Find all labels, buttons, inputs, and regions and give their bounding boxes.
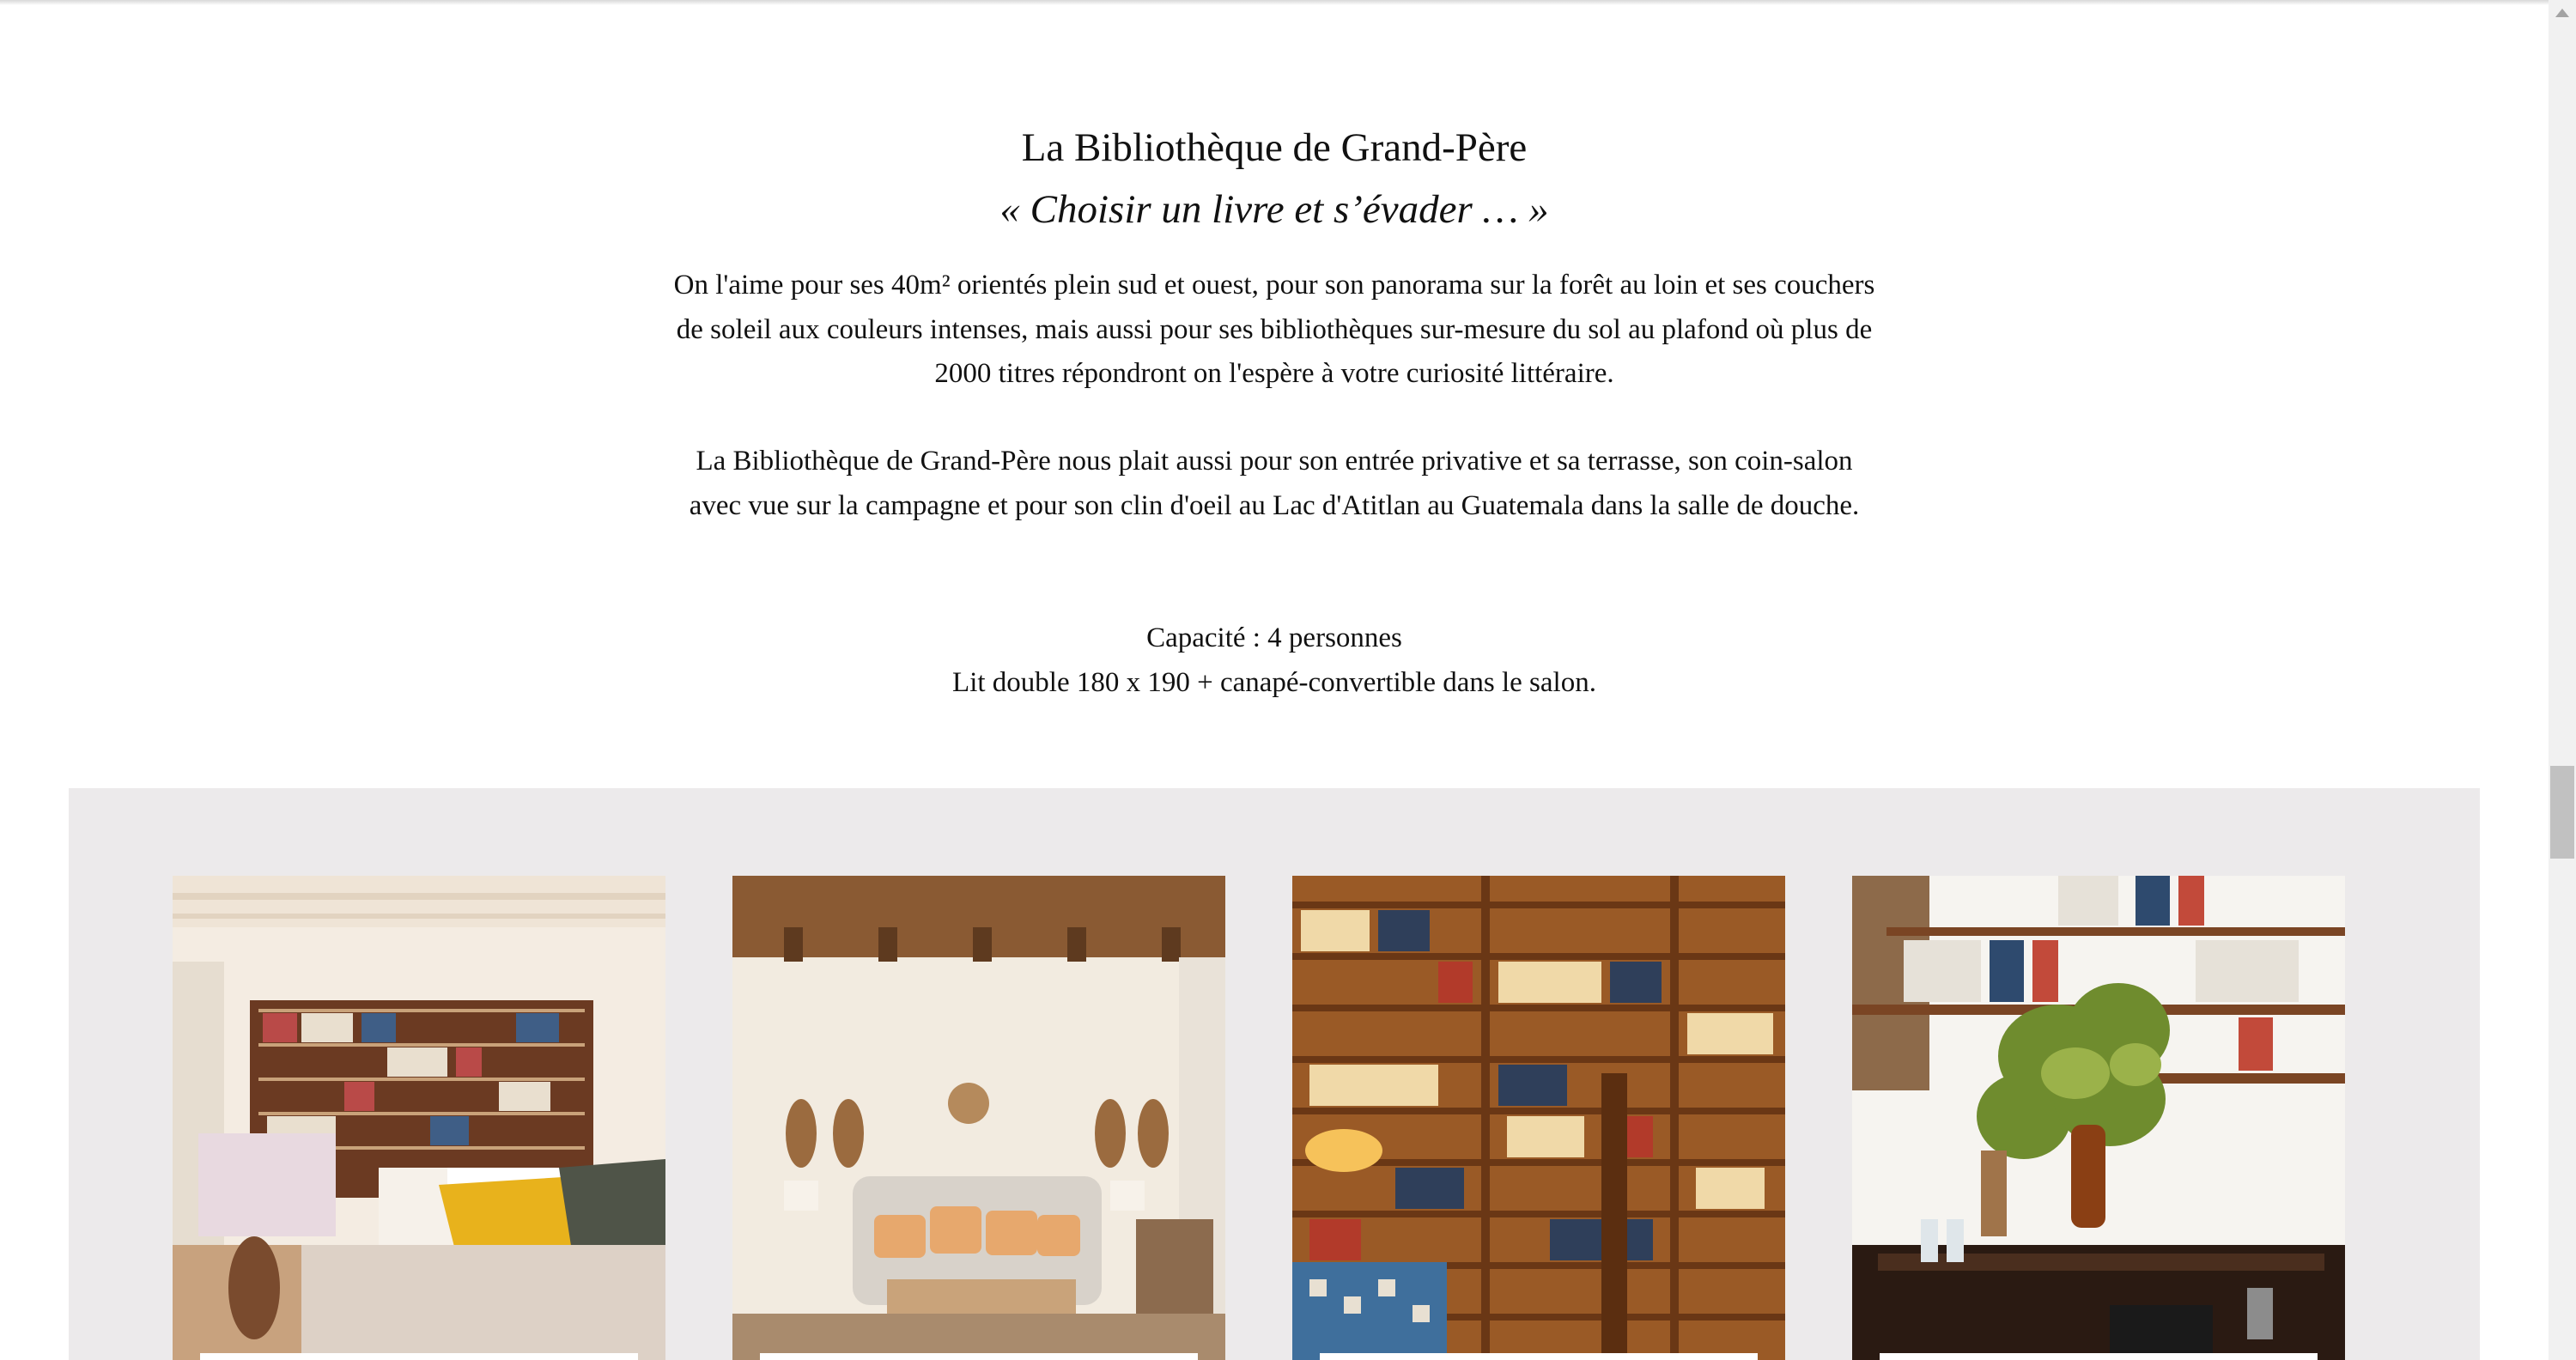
- photo-caption-bar: [760, 1353, 1198, 1360]
- scroll-up-arrow-icon[interactable]: [2555, 9, 2569, 17]
- room-subtitle: « Choisir un livre et s’évader … »: [999, 187, 1549, 232]
- scrollbar-thumb[interactable]: [2550, 766, 2574, 859]
- capacity-text: Capacité : 4 personnes: [1146, 622, 1402, 653]
- photo-caption-bar: [1880, 1353, 2318, 1360]
- beds-text: Lit double 180 x 190 + canapé-convertibl…: [952, 666, 1596, 698]
- capacity-block: Capacité : 4 personnes Lit double 180 x …: [673, 616, 1875, 705]
- room-description-2: La Bibliothèque de Grand-Père nous plait…: [689, 446, 1860, 521]
- living-corner-sofa-photo[interactable]: [732, 876, 1225, 1360]
- room-title: La Bibliothèque de Grand-Père: [1021, 125, 1528, 170]
- header-shadow: [0, 0, 2549, 5]
- photo-caption-bar: [200, 1353, 638, 1360]
- photo-caption-bar: [1320, 1353, 1758, 1360]
- entry-shelves-plant-photo[interactable]: [1852, 876, 2345, 1360]
- bedroom-bookshelves-photo[interactable]: [173, 876, 665, 1360]
- library-wall-photo[interactable]: [1292, 876, 1785, 1360]
- room-description-1: On l'aime pour ses 40m² orientés plein s…: [673, 270, 1875, 389]
- page-scrollbar[interactable]: [2549, 0, 2576, 1360]
